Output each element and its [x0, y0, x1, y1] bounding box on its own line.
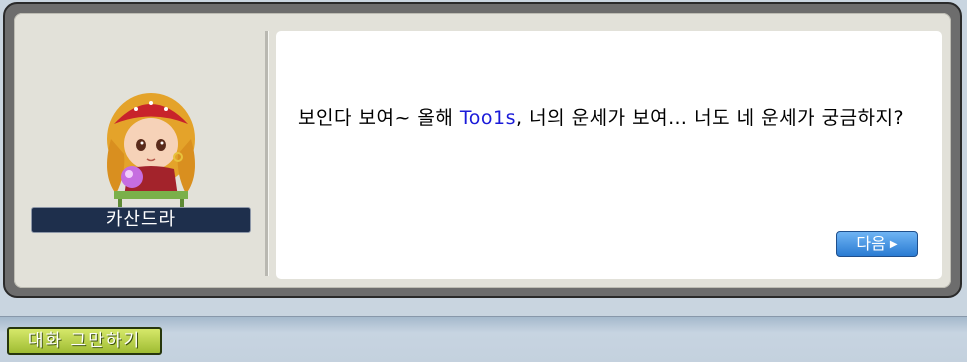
dialog-text-after: , 너의 운세가 보여… 너도 네 운세가 궁금하지? — [516, 107, 905, 129]
dialog-message: 보인다 보여~ 올해 Too1s, 너의 운세가 보여… 너도 네 운세가 궁금… — [298, 101, 924, 135]
npc-dialog-window: 카산드라 보인다 보여~ 올해 Too1s, 너의 운세가 보여… 너도 네 운… — [3, 2, 962, 298]
npc-portrait — [107, 93, 195, 209]
player-name-highlight: Too1s — [459, 107, 517, 129]
bottom-bar: 대화 그만하기 — [0, 316, 967, 362]
npc-name-plate: 카산드라 — [31, 207, 251, 233]
dialog-body: 카산드라 보인다 보여~ 올해 Too1s, 너의 운세가 보여… 너도 네 운… — [14, 13, 951, 288]
next-button-label: 다음 — [856, 234, 886, 253]
panel-divider — [265, 31, 269, 276]
right-triangle-icon: ▶ — [889, 239, 898, 250]
end-chat-button[interactable]: 대화 그만하기 — [7, 327, 162, 355]
dialog-text-panel: 보인다 보여~ 올해 Too1s, 너의 운세가 보여… 너도 네 운세가 궁금… — [276, 31, 942, 279]
next-button[interactable]: 다음 ▶ — [836, 231, 918, 257]
npc-portrait-area: 카산드라 — [14, 13, 264, 288]
dialog-text-before: 보인다 보여~ 올해 — [298, 107, 460, 129]
